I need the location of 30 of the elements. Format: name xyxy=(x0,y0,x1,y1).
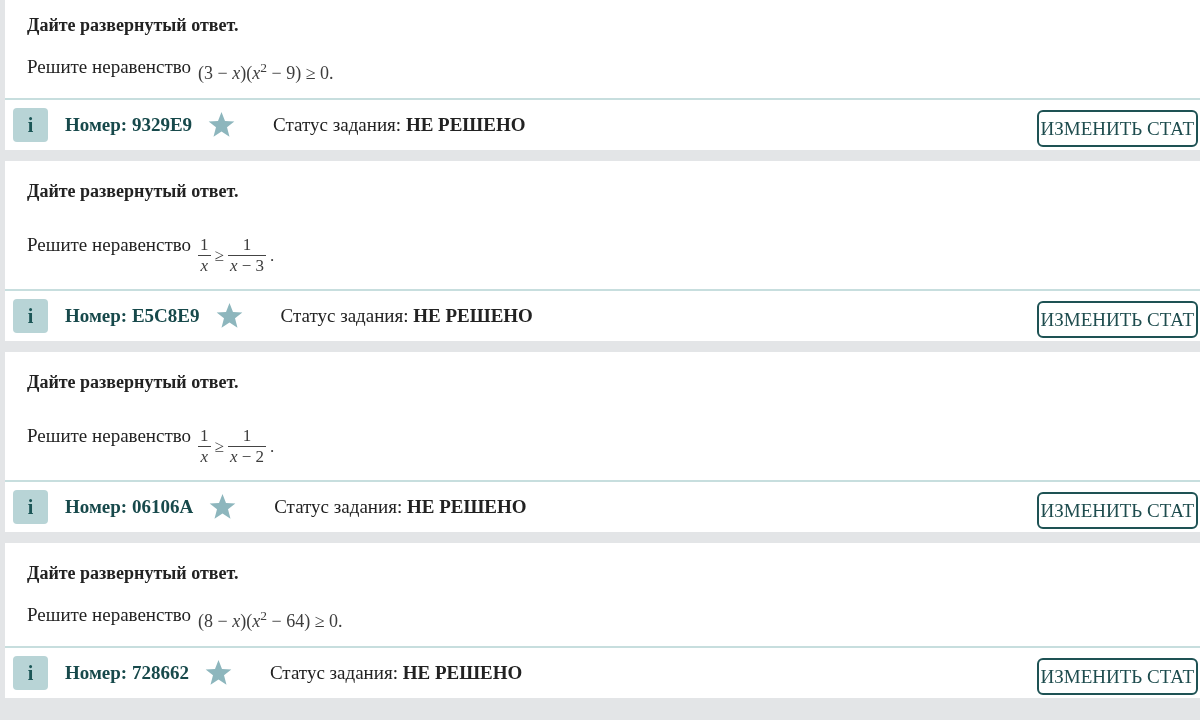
task-prompt: Дайте развернутый ответ. xyxy=(27,14,239,37)
change-status-button[interactable]: ИЗМЕНИТЬ СТАТ xyxy=(1036,657,1198,695)
info-button[interactable]: i xyxy=(13,490,48,524)
task-statement: Решите неравенство xyxy=(27,424,192,448)
task-statement: Решите неравенство xyxy=(27,233,192,257)
math-formula: (8 − x)(x$^{2}$ − 64) ≥ 0. xyxy=(198,609,343,633)
change-status-button[interactable]: ИЗМЕНИТЬ СТАТ xyxy=(1036,491,1198,529)
task-status: Статус задания: НЕ РЕШЕНО xyxy=(274,494,527,519)
task-number: Номер: 9329E9 xyxy=(65,112,193,137)
star-icon[interactable] xyxy=(204,660,232,686)
info-button[interactable]: i xyxy=(13,108,48,142)
star-icon[interactable] xyxy=(208,112,236,138)
change-status-button[interactable]: ИЗМЕНИТЬ СТАТ xyxy=(1036,109,1198,147)
task-status: Статус задания: НЕ РЕШЕНО xyxy=(269,660,523,685)
task-statement: Решите неравенство xyxy=(27,55,192,79)
task-number: Номер: 728662 xyxy=(65,660,189,685)
star-icon[interactable] xyxy=(215,303,243,329)
task-prompt: Дайте развернутый ответ. xyxy=(27,180,239,203)
task-status: Статус задания: НЕ РЕШЕНО xyxy=(273,112,526,137)
math-formula: (3 − x)(x$^{2}$ − 9) ≥ 0. xyxy=(198,61,334,85)
task-prompt: Дайте развернутый ответ. xyxy=(27,371,239,394)
info-button[interactable]: i xyxy=(13,299,48,333)
info-button[interactable]: i xyxy=(13,656,48,690)
task-status: Статус задания: НЕ РЕШЕНО xyxy=(280,303,533,328)
task-number: Номер: E5C8E9 xyxy=(65,303,200,328)
task-prompt: Дайте развернутый ответ. xyxy=(27,562,239,585)
star-icon[interactable] xyxy=(209,494,237,520)
task-number: Номер: 06106A xyxy=(65,494,194,519)
task-statement: Решите неравенство xyxy=(27,603,192,627)
change-status-button[interactable]: ИЗМЕНИТЬ СТАТ xyxy=(1036,300,1198,338)
